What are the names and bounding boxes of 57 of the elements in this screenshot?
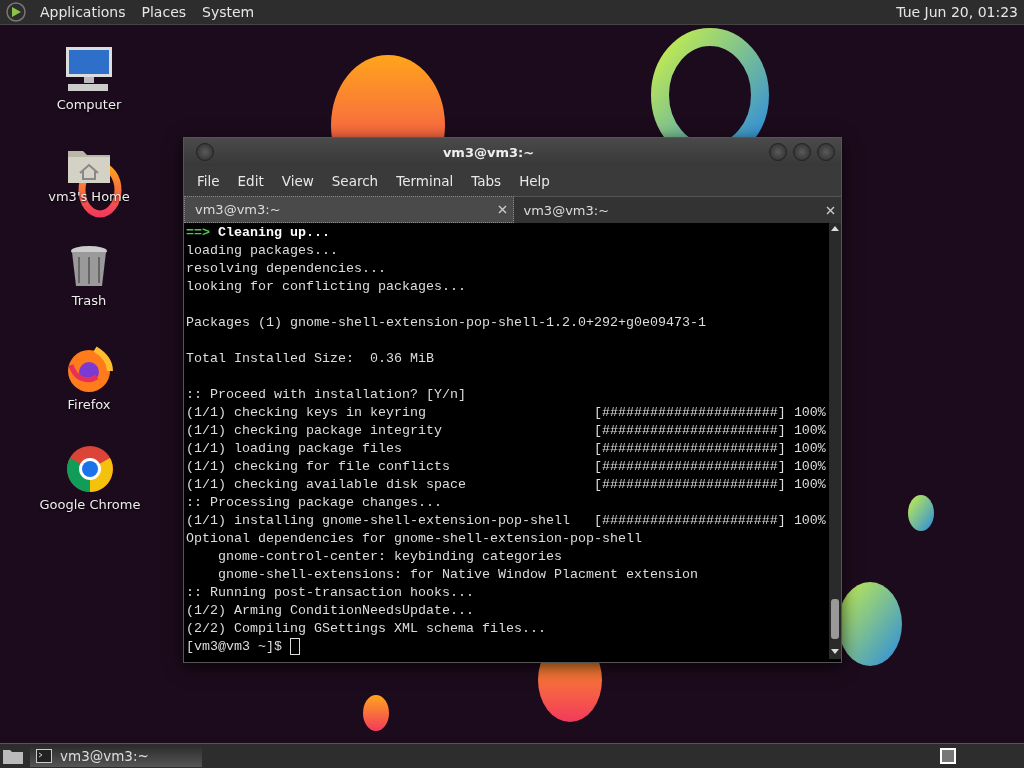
menu-item[interactable]: View [272, 173, 323, 189]
panel-menu[interactable]: Places [133, 4, 195, 20]
firefox-icon[interactable] [65, 345, 113, 393]
menu-item[interactable]: Help [510, 173, 559, 189]
output-line: :: Proceed with installation? [Y/n] [186, 386, 467, 404]
output-line: Optional dependencies for gnome-shell-extension-pop-shell [186, 530, 643, 548]
terminal-tab[interactable]: vm3@vm3:~ [513, 196, 841, 223]
computer-icon[interactable] [64, 45, 114, 93]
output-line: (1/1) loading package files [186, 440, 403, 458]
close-tab-icon[interactable] [497, 205, 507, 214]
output-line: (1/1) checking keys in keyring [186, 404, 427, 422]
show-desktop-icon[interactable] [2, 747, 24, 765]
workspace-switcher[interactable] [940, 748, 956, 764]
close-tab-icon[interactable] [826, 205, 835, 215]
clock[interactable]: Tue Jun 20, 01:23 [896, 4, 1024, 20]
output-line: gnome-shell-extensions: for Native Window Placment extension [217, 566, 699, 584]
output-line: (1/1) checking available disk space [186, 476, 467, 494]
output-line: (1/1) installing gnome-shell-extension-pop-shell [186, 512, 571, 530]
panel-menu[interactable]: System [194, 4, 263, 20]
menu-item[interactable]: Edit [228, 173, 273, 189]
output-line: (1/1) checking for file conflicts [186, 458, 451, 476]
trash-icon[interactable] [69, 245, 109, 289]
window-title: vm3@vm3:~ [441, 144, 536, 160]
desktop-icon-label[interactable]: Firefox [67, 397, 111, 412]
output-line: (1/2) Arming ConditionNeedsUpdate... [186, 602, 475, 620]
progress-text: [######################] 100% [593, 476, 826, 494]
output-line: looking for conflicting packages... [186, 278, 467, 296]
progress-text: [######################] 100% [593, 422, 826, 440]
output-line: Packages (1) gnome-shell-extension-pop-shell-1.2.0+292+g0e09473-1 [186, 314, 707, 332]
output-line: loading packages... [186, 242, 339, 260]
progress-text: [######################] 100% [593, 512, 826, 530]
output-line: resolving dependencies... [186, 260, 387, 278]
menu-item[interactable]: Tabs [462, 173, 511, 189]
menu-logo-icon[interactable] [6, 2, 26, 22]
output-line: gnome-control-center: keybinding categories [217, 548, 563, 566]
menu-item[interactable]: Search [322, 173, 388, 189]
shell-prompt: [vm3@vm3 ~]$ [186, 638, 283, 656]
chrome-icon[interactable] [66, 445, 114, 493]
output-line: :: Running post-transaction hooks... [186, 584, 475, 602]
progress-text: [######################] 100% [593, 404, 826, 422]
output-line: :: Processing package changes... [186, 494, 443, 512]
progress-text: [######################] 100% [593, 440, 826, 458]
taskbar-button[interactable]: vm3@vm3:~ [30, 745, 202, 767]
progress-text: [######################] 100% [593, 458, 826, 476]
terminal-icon [36, 749, 52, 763]
menu-item[interactable]: Terminal [387, 173, 463, 189]
output-line: Total Installed Size: 0.36 MiB [186, 350, 435, 368]
terminal-tab[interactable]: vm3@vm3:~ [184, 196, 514, 223]
menu-item[interactable]: File [188, 173, 229, 189]
output-line: (1/1) checking package integrity [186, 422, 443, 440]
text-cursor [290, 638, 300, 655]
output-line: (2/2) Compiling GSettings XML schema files... [186, 620, 547, 638]
desktop-icon-label[interactable]: Computer [56, 97, 122, 112]
panel-menu[interactable]: Applications [32, 4, 134, 20]
desktop-icon-label[interactable]: Google Chrome [39, 497, 141, 512]
output-line: ==> Cleaning up... [186, 224, 331, 242]
desktop-icon-label[interactable]: Trash [71, 293, 107, 308]
